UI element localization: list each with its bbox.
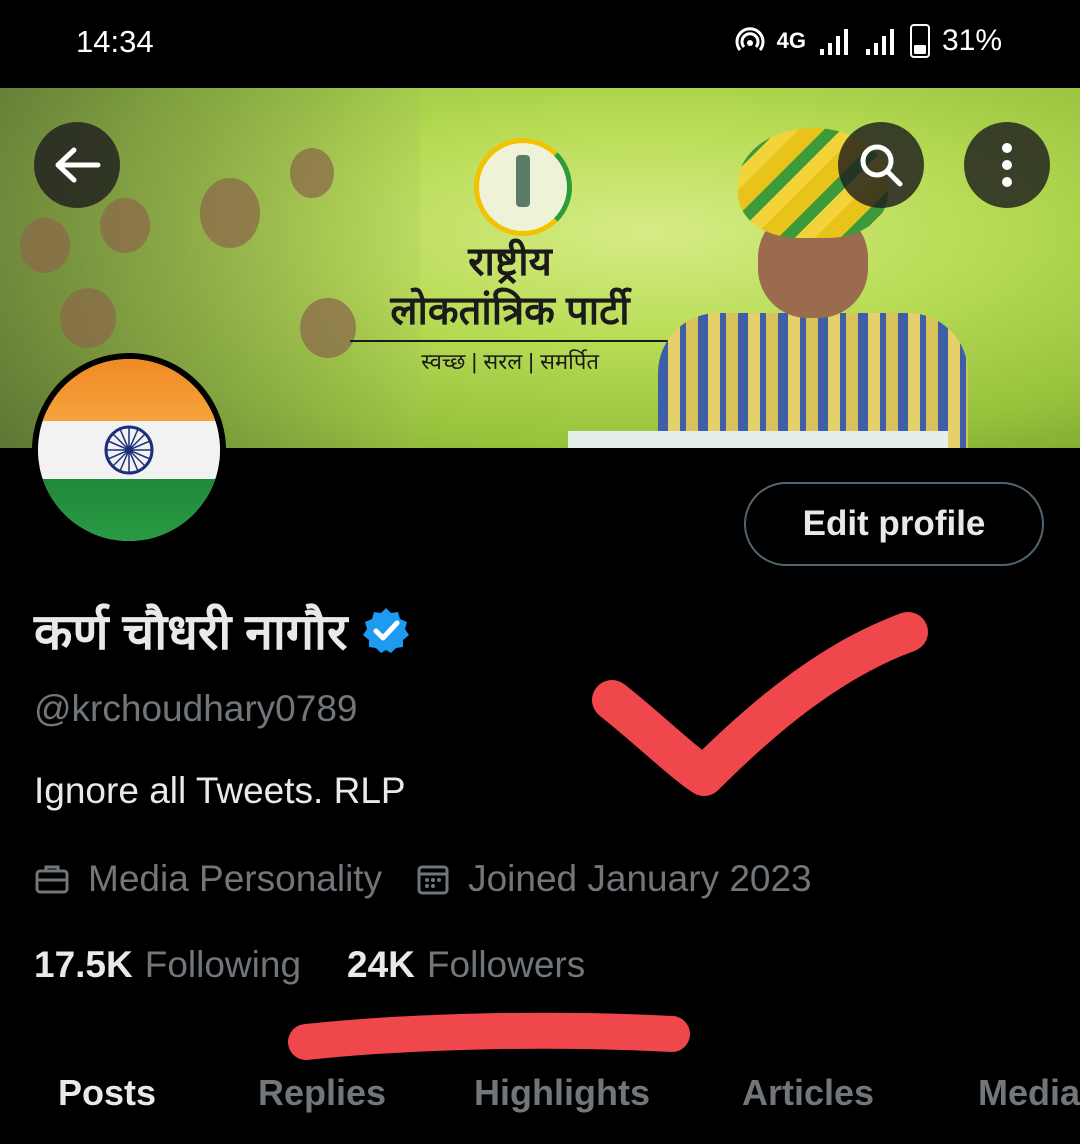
tab-replies[interactable]: Replies bbox=[258, 1072, 386, 1114]
profile-meta: Media Personality Joined January 2023 bbox=[34, 858, 846, 900]
battery-percent: 31% bbox=[941, 24, 1002, 57]
profile-avatar[interactable] bbox=[32, 353, 226, 547]
following-count: 17.5K bbox=[34, 944, 133, 985]
edit-profile-button[interactable]: Edit profile bbox=[744, 482, 1044, 566]
profile-bio: Ignore all Tweets. RLP bbox=[34, 770, 406, 811]
hotspot-icon bbox=[735, 27, 765, 51]
followers-count: 24K bbox=[347, 944, 415, 985]
profile-name: कर्ण चौधरी नागौर bbox=[34, 604, 348, 660]
more-options-button[interactable] bbox=[964, 122, 1050, 208]
profile-name-row: कर्ण चौधरी नागौर bbox=[34, 596, 411, 664]
ashoka-chakra-icon bbox=[104, 425, 154, 475]
party-tagline: स्वच्छ | सरल | समर्पित bbox=[421, 349, 599, 374]
category-label: Media Personality bbox=[88, 858, 383, 899]
search-button[interactable] bbox=[838, 122, 924, 208]
signal-icon bbox=[819, 29, 848, 55]
tab-highlights[interactable]: Highlights bbox=[474, 1072, 650, 1114]
tab-media[interactable]: Media bbox=[978, 1072, 1080, 1114]
followers-link[interactable]: 24K Followers bbox=[347, 944, 585, 986]
following-link[interactable]: 17.5K Following bbox=[34, 944, 301, 986]
party-name-line2: लोकतांत्रिक पार्टी bbox=[390, 289, 630, 333]
status-icons: 4G 31% bbox=[735, 24, 1002, 58]
profile-category: Media Personality bbox=[34, 858, 382, 900]
battery-icon bbox=[909, 24, 930, 58]
briefcase-icon bbox=[35, 865, 69, 894]
party-name-line1: राष्ट्रीय bbox=[468, 240, 552, 284]
status-time: 14:34 bbox=[76, 24, 154, 59]
profile-joined: Joined January 2023 bbox=[416, 858, 812, 900]
verified-badge-icon[interactable] bbox=[361, 605, 411, 655]
party-logo bbox=[474, 138, 572, 236]
profile-tabs: Posts Replies Highlights Articles Media bbox=[0, 1066, 1080, 1144]
back-arrow-icon bbox=[55, 147, 101, 183]
tab-posts[interactable]: Posts bbox=[58, 1072, 156, 1114]
profile-handle: @krchoudhary0789 bbox=[34, 688, 358, 729]
network-type: 4G bbox=[776, 28, 806, 53]
tab-articles[interactable]: Articles bbox=[742, 1072, 874, 1114]
more-vertical-icon bbox=[1002, 143, 1012, 187]
status-bar: 14:34 4G 31% bbox=[0, 0, 1080, 88]
signal-icon-2 bbox=[865, 29, 894, 55]
banner-party-name: राष्ट्रीय लोकतांत्रिक पार्टी स्वच्छ | सर… bbox=[350, 238, 670, 376]
banner-podium bbox=[568, 431, 948, 448]
following-label: Following bbox=[144, 944, 302, 985]
profile-stats: 17.5K Following 24K Followers bbox=[34, 944, 631, 986]
search-icon bbox=[860, 144, 903, 187]
red-checkmark-annotation bbox=[592, 612, 928, 796]
followers-label: Followers bbox=[426, 944, 586, 985]
calendar-icon bbox=[417, 865, 449, 895]
joined-label: Joined January 2023 bbox=[468, 858, 812, 899]
red-underline-annotation bbox=[288, 1012, 690, 1060]
back-button[interactable] bbox=[34, 122, 120, 208]
